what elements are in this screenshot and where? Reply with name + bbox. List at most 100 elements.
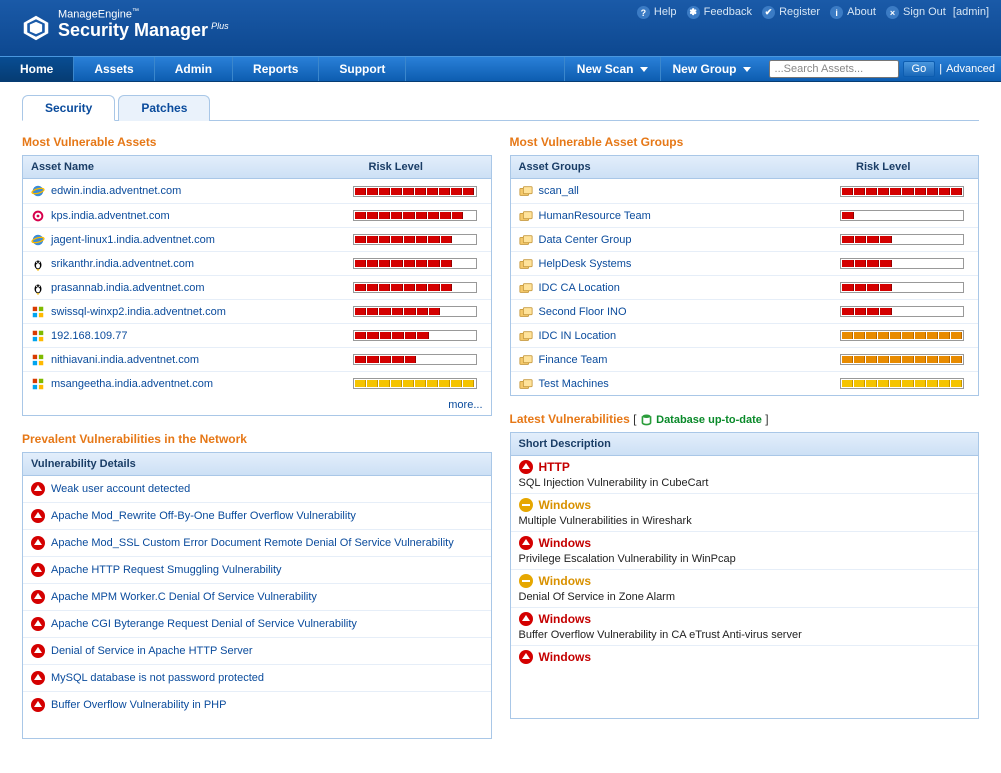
vuln-category: Windows (539, 612, 592, 626)
advanced-search-link[interactable]: Advanced (946, 63, 995, 75)
asset-link[interactable]: prasannab.india.adventnet.com (51, 282, 205, 294)
win-icon (31, 305, 45, 319)
new-scan-label: New Scan (577, 62, 634, 76)
risk-bar (840, 210, 964, 221)
asset-link[interactable]: msangeetha.india.adventnet.com (51, 378, 213, 390)
vuln-desc: SQL Injection Vulnerability in CubeCart (519, 477, 971, 489)
signout-link[interactable]: Sign Out (903, 6, 946, 18)
help-link[interactable]: Help (654, 6, 677, 18)
latest-row: Windows (511, 645, 979, 671)
nav-reports[interactable]: Reports (233, 57, 319, 81)
asset-row: srikanthr.india.adventnet.com (23, 251, 491, 275)
group-link[interactable]: HumanResource Team (539, 210, 651, 222)
vuln-row: Apache Mod_Rewrite Off-By-One Buffer Ove… (23, 502, 491, 529)
asset-row: edwin.india.adventnet.com (23, 179, 491, 203)
latest-hd: Short Description (511, 433, 979, 455)
nav-admin[interactable]: Admin (155, 57, 233, 81)
group-link[interactable]: Second Floor INO (539, 306, 627, 318)
asset-link[interactable]: swissql-winxp2.india.adventnet.com (51, 306, 226, 318)
group-icon (519, 233, 533, 247)
groups-title: Most Vulnerable Asset Groups (510, 135, 980, 149)
severity-high-icon (31, 644, 45, 658)
vuln-category: HTTP (539, 460, 570, 474)
asset-row: swissql-winxp2.india.adventnet.com (23, 299, 491, 323)
nav-assets[interactable]: Assets (74, 57, 154, 81)
group-link[interactable]: HelpDesk Systems (539, 258, 632, 270)
feedback-link[interactable]: Feedback (704, 6, 752, 18)
group-link[interactable]: IDC CA Location (539, 282, 620, 294)
group-row: IDC CA Location (511, 275, 979, 299)
severity-high-icon (31, 509, 45, 523)
assets-more-link[interactable]: more... (448, 399, 482, 411)
group-icon (519, 209, 533, 223)
asset-link[interactable]: nithiavani.india.adventnet.com (51, 354, 199, 366)
help-icon: ? (637, 6, 650, 19)
tab-patches[interactable]: Patches (118, 95, 210, 121)
vuln-link[interactable]: MySQL database is not password protected (51, 672, 264, 684)
risk-bar (840, 378, 964, 389)
asset-link[interactable]: kps.india.adventnet.com (51, 210, 170, 222)
search-go-button[interactable]: Go (903, 61, 936, 77)
latest-title: Latest Vulnerabilities [ Database up-to-… (510, 412, 980, 426)
group-link[interactable]: scan_all (539, 185, 579, 197)
deb-icon (31, 209, 45, 223)
vuln-link[interactable]: Apache Mod_Rewrite Off-By-One Buffer Ove… (51, 510, 356, 522)
prev-scroll[interactable]: Weak user account detected Apache Mod_Rew… (23, 476, 491, 738)
vuln-link[interactable]: Apache HTTP Request Smuggling Vulnerabil… (51, 564, 282, 576)
new-scan-dropdown[interactable]: New Scan (564, 57, 660, 81)
asset-link[interactable]: srikanthr.india.adventnet.com (51, 258, 194, 270)
severity-high-icon (31, 563, 45, 577)
severity-high-icon (519, 650, 533, 664)
vuln-link[interactable]: Buffer Overflow Vulnerability in PHP (51, 699, 226, 711)
vuln-row: Denial of Service in Apache HTTP Server (23, 637, 491, 664)
group-row: Test Machines (511, 371, 979, 395)
risk-bar (840, 258, 964, 269)
groups-panel: Asset Groups Risk Level scan_allHumanRes… (510, 155, 980, 396)
group-link[interactable]: IDC IN Location (539, 330, 617, 342)
asset-row: nithiavani.india.adventnet.com (23, 347, 491, 371)
group-icon (519, 184, 533, 198)
vuln-desc: Denial Of Service in Zone Alarm (519, 591, 971, 603)
risk-bar (840, 330, 964, 341)
risk-bar (840, 234, 964, 245)
risk-bar (353, 234, 477, 245)
group-link[interactable]: Data Center Group (539, 234, 632, 246)
group-link[interactable]: Test Machines (539, 378, 609, 390)
database-status-link[interactable]: Database up-to-date (656, 414, 762, 426)
vuln-link[interactable]: Apache CGI Byterange Request Denial of S… (51, 618, 357, 630)
asset-row: jagent-linux1.india.adventnet.com (23, 227, 491, 251)
register-link[interactable]: Register (779, 6, 820, 18)
asset-link[interactable]: 192.168.109.77 (51, 330, 127, 342)
tab-security[interactable]: Security (22, 95, 115, 121)
vuln-category: Windows (539, 498, 592, 512)
asset-link[interactable]: jagent-linux1.india.adventnet.com (51, 234, 215, 246)
group-icon (519, 353, 533, 367)
assets-panel: Asset Name Risk Level edwin.india.advent… (22, 155, 492, 416)
vuln-link[interactable]: Weak user account detected (51, 483, 190, 495)
group-link[interactable]: Finance Team (539, 354, 608, 366)
assets-title: Most Vulnerable Assets (22, 135, 492, 149)
nav-support[interactable]: Support (319, 57, 406, 81)
nav-search: Go | Advanced (763, 57, 1001, 81)
latest-title-text: Latest Vulnerabilities (510, 412, 630, 426)
group-row: Second Floor INO (511, 299, 979, 323)
asset-link[interactable]: edwin.india.adventnet.com (51, 185, 181, 197)
severity-high-icon (31, 617, 45, 631)
severity-high-icon (31, 482, 45, 496)
database-icon (640, 413, 653, 426)
latest-row: WindowsPrivilege Escalation Vulnerabilit… (511, 531, 979, 569)
vuln-link[interactable]: Denial of Service in Apache HTTP Server (51, 645, 253, 657)
brand-plus: Plus (211, 21, 229, 31)
severity-medium-icon (519, 574, 533, 588)
nav-home[interactable]: Home (0, 57, 74, 81)
new-group-dropdown[interactable]: New Group (660, 57, 763, 81)
severity-high-icon (31, 536, 45, 550)
search-input[interactable] (769, 60, 899, 78)
vuln-row: Apache CGI Byterange Request Denial of S… (23, 610, 491, 637)
latest-scroll[interactable]: HTTP SQL Injection Vulnerability in CubeC… (511, 456, 979, 718)
risk-bar (840, 186, 964, 197)
chevron-down-icon (743, 67, 751, 72)
vuln-link[interactable]: Apache Mod_SSL Custom Error Document Rem… (51, 537, 454, 549)
about-link[interactable]: About (847, 6, 876, 18)
vuln-link[interactable]: Apache MPM Worker.C Denial Of Service Vu… (51, 591, 317, 603)
